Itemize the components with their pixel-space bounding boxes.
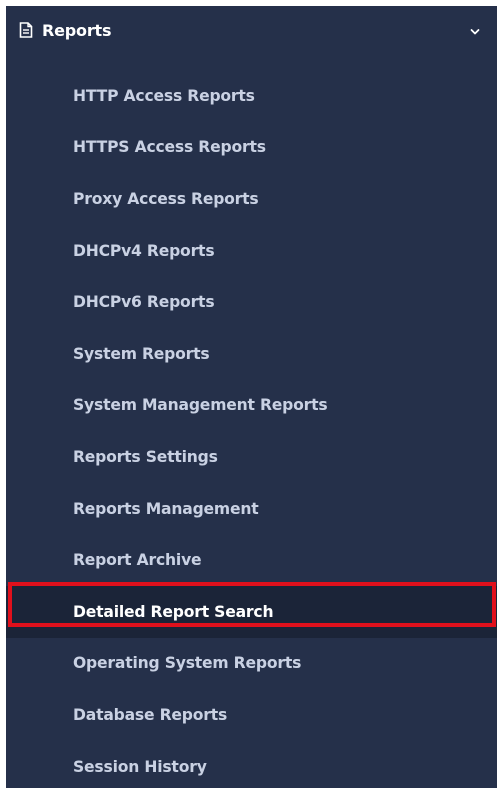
menu-item-label: DHCPv4 Reports xyxy=(73,241,215,260)
menu-item-label: Session History xyxy=(73,757,207,776)
menu-item-label: Detailed Report Search xyxy=(73,602,274,621)
menu-item-label: HTTPS Access Reports xyxy=(73,138,266,157)
menu-item-system-management-reports[interactable]: System Management Reports xyxy=(6,380,497,432)
document-icon xyxy=(18,22,34,38)
sidebar: Reports HTTP Access Reports HTTPS Access… xyxy=(6,6,497,788)
menu-item-dhcpv6-reports[interactable]: DHCPv6 Reports xyxy=(6,276,497,328)
menu-item-label: Reports Settings xyxy=(73,447,218,466)
menu-item-label: Operating System Reports xyxy=(73,654,302,673)
menu-item-https-access-reports[interactable]: HTTPS Access Reports xyxy=(6,122,497,174)
menu-item-session-history[interactable]: Session History xyxy=(6,741,497,793)
menu-item-label: Database Reports xyxy=(73,705,228,724)
menu-item-label: System Management Reports xyxy=(73,396,328,415)
menu-item-label: Reports Management xyxy=(73,499,259,518)
menu-item-label: Proxy Access Reports xyxy=(73,189,259,208)
reports-section-header[interactable]: Reports xyxy=(6,6,497,54)
reports-submenu: HTTP Access Reports HTTPS Access Reports… xyxy=(6,70,497,792)
menu-item-operating-system-reports[interactable]: Operating System Reports xyxy=(6,638,497,690)
chevron-down-icon[interactable] xyxy=(469,23,481,35)
menu-item-system-reports[interactable]: System Reports xyxy=(6,328,497,380)
menu-item-reports-settings[interactable]: Reports Settings xyxy=(6,431,497,483)
menu-item-detailed-report-search[interactable]: Detailed Report Search xyxy=(6,585,497,638)
section-title: Reports xyxy=(42,20,112,40)
menu-item-report-archive[interactable]: Report Archive xyxy=(6,534,497,586)
menu-item-label: HTTP Access Reports xyxy=(73,86,255,105)
menu-item-http-access-reports[interactable]: HTTP Access Reports xyxy=(6,70,497,122)
menu-item-proxy-access-reports[interactable]: Proxy Access Reports xyxy=(6,173,497,225)
menu-item-label: System Reports xyxy=(73,344,210,363)
menu-item-reports-management[interactable]: Reports Management xyxy=(6,483,497,535)
menu-item-dhcpv4-reports[interactable]: DHCPv4 Reports xyxy=(6,225,497,277)
menu-item-database-reports[interactable]: Database Reports xyxy=(6,689,497,741)
menu-item-label: Report Archive xyxy=(73,551,202,570)
menu-item-label: DHCPv6 Reports xyxy=(73,293,215,312)
